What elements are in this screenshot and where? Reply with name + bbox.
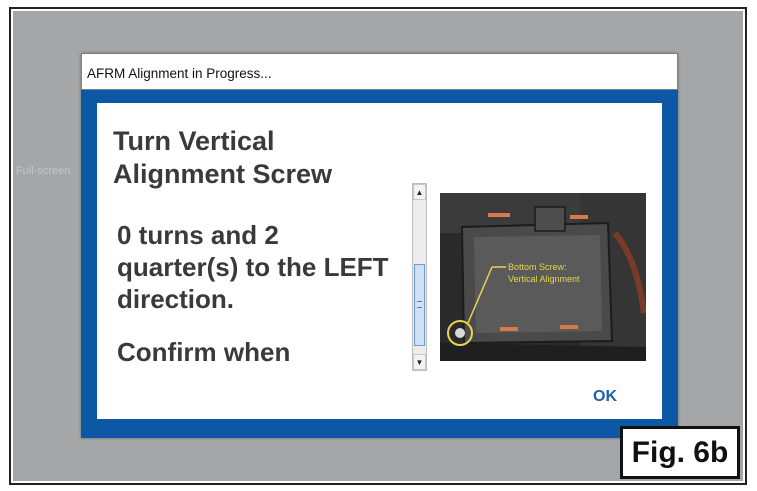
headlamp-photo-graphic: Bottom Screw: Vertical Alignment	[440, 193, 646, 361]
headlamp-screw-photo: Bottom Screw: Vertical Alignment	[440, 193, 646, 361]
alignment-dialog: AFRM Alignment in Progress... Turn Verti…	[81, 53, 678, 438]
photo-annotation-line1: Bottom Screw:	[508, 262, 567, 272]
confirm-instruction: Confirm when	[117, 337, 291, 367]
ok-button[interactable]: OK	[585, 386, 625, 408]
instruction-body: 0 turns and 2 quarter(s) to the LEFT dir…	[117, 219, 407, 373]
turn-instruction: 0 turns and 2 quarter(s) to the LEFT dir…	[117, 220, 389, 314]
scroll-up-arrow-icon[interactable]: ▲	[413, 184, 426, 200]
scrollbar-thumb[interactable]	[414, 264, 425, 346]
instruction-scroll-area[interactable]: Turn Vertical Alignment Screw 0 turns an…	[97, 103, 409, 373]
figure-label: Fig. 6b	[620, 426, 740, 479]
dialog-title: AFRM Alignment in Progress...	[87, 66, 272, 81]
photo-annotation-line2: Vertical Alignment	[508, 274, 580, 284]
scrollbar-grip-icon	[417, 301, 422, 308]
instruction-heading: Turn Vertical Alignment Screw	[113, 126, 333, 189]
scroll-down-arrow-icon[interactable]: ▼	[413, 354, 426, 370]
vertical-scrollbar[interactable]: ▲ ▼	[412, 183, 427, 371]
dialog-content: Turn Vertical Alignment Screw 0 turns an…	[97, 103, 662, 419]
dialog-titlebar[interactable]: AFRM Alignment in Progress...	[81, 53, 678, 90]
background-ghost-text: Full-screen	[16, 165, 71, 177]
